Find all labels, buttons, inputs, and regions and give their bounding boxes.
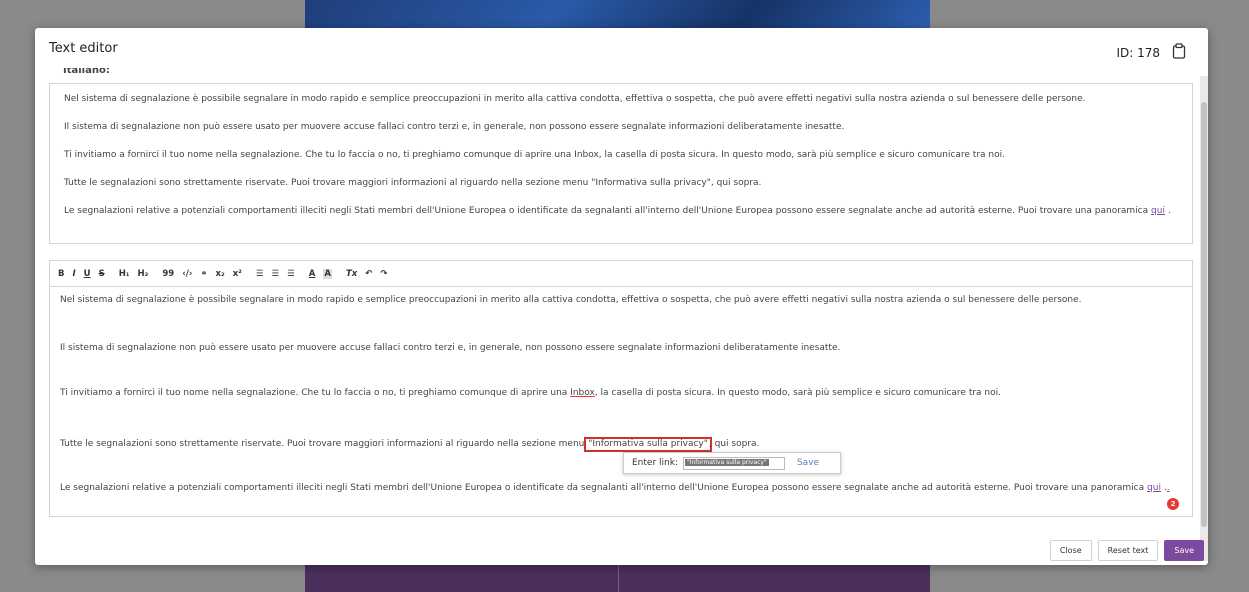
- background-image-top: [305, 0, 930, 30]
- modal-title: Text editor: [49, 41, 118, 56]
- text-editor-modal: Text editor ID: 178 Italiano: Nel sistem…: [35, 28, 1208, 565]
- heading1-button[interactable]: H₁: [119, 269, 130, 279]
- record-id: ID: 178: [1116, 46, 1160, 60]
- preview-paragraph: Ti invitiamo a fornirci il tuo nome nell…: [64, 150, 1005, 160]
- editor-paragraph[interactable]: Ti invitiamo a fornirci il tuo nome nell…: [60, 388, 1001, 399]
- background-image-bottom: [305, 565, 930, 592]
- text-color-icon[interactable]: A: [309, 269, 316, 279]
- clear-format-icon[interactable]: Tx: [346, 269, 357, 279]
- editor-content[interactable]: Nel sistema di segnalazione è possibile …: [50, 287, 1192, 516]
- close-button[interactable]: Close: [1049, 540, 1092, 561]
- bullet-list-icon[interactable]: ☰: [272, 269, 280, 279]
- rich-text-editor[interactable]: B I U S H₁ H₂ 99 ‹/› ⚭ x₂ x² ☰ ☰ ☰ A A T…: [49, 260, 1193, 517]
- heading2-button[interactable]: H₂: [138, 269, 149, 279]
- reset-text-button[interactable]: Reset text: [1097, 540, 1159, 561]
- editor-paragraph[interactable]: Le segnalazioni relative a potenziali co…: [60, 483, 1170, 494]
- scrollbar-thumb[interactable]: [1201, 102, 1207, 527]
- link-popup: Enter link: "Informativa sulla privacy" …: [623, 452, 841, 474]
- link-input[interactable]: "Informativa sulla privacy": [682, 456, 785, 470]
- overview-link[interactable]: qui: [1151, 206, 1165, 216]
- link-save-button[interactable]: Save: [797, 458, 819, 468]
- selected-text[interactable]: "Informativa sulla privacy": [584, 437, 712, 452]
- redo-icon[interactable]: ↷: [380, 269, 387, 279]
- text-preview: Nel sistema di segnalazione è possibile …: [49, 83, 1193, 244]
- preview-paragraph: Nel sistema di segnalazione è possibile …: [64, 94, 1086, 104]
- align-icon[interactable]: ☰: [287, 269, 295, 279]
- preview-paragraph: Il sistema di segnalazione non può esser…: [64, 122, 845, 132]
- ordered-list-icon[interactable]: ☰: [256, 269, 264, 279]
- strikethrough-button[interactable]: S: [99, 269, 105, 279]
- preview-paragraph: Tutte le segnalazioni sono strettamente …: [64, 178, 762, 188]
- editor-paragraph[interactable]: Nel sistema di segnalazione è possibile …: [60, 295, 1082, 306]
- preview-paragraph: Le segnalazioni relative a potenziali co…: [64, 206, 1171, 216]
- undo-icon[interactable]: ↶: [365, 269, 372, 279]
- error-badge[interactable]: 2: [1167, 498, 1179, 510]
- link-icon[interactable]: ⚭: [200, 269, 207, 279]
- link-label: Enter link:: [632, 458, 678, 468]
- underline-button[interactable]: U: [84, 269, 91, 279]
- editor-toolbar: B I U S H₁ H₂ 99 ‹/› ⚭ x₂ x² ☰ ☰ ☰ A A T…: [50, 261, 1192, 287]
- editor-paragraph[interactable]: Il sistema di segnalazione non può esser…: [60, 343, 840, 354]
- footer-actions: Close Reset text Save: [1049, 540, 1204, 561]
- language-label: Italiano:: [63, 68, 110, 76]
- spellcheck-word[interactable]: Inbox: [570, 388, 595, 398]
- save-button[interactable]: Save: [1164, 540, 1204, 561]
- clipboard-icon[interactable]: [1172, 43, 1186, 59]
- editor-paragraph[interactable]: Tutte le segnalazioni sono strettamente …: [60, 437, 759, 452]
- bold-button[interactable]: B: [58, 269, 64, 279]
- modal-content[interactable]: Italiano: Nel sistema di segnalazione è …: [35, 68, 1200, 548]
- blockquote-button[interactable]: 99: [162, 269, 174, 279]
- subscript-button[interactable]: x₂: [215, 269, 224, 279]
- italic-button[interactable]: I: [72, 269, 75, 279]
- superscript-button[interactable]: x²: [233, 269, 242, 279]
- code-button[interactable]: ‹/›: [182, 269, 192, 279]
- highlight-color-icon[interactable]: A: [323, 268, 332, 279]
- overview-link[interactable]: qui: [1147, 483, 1161, 493]
